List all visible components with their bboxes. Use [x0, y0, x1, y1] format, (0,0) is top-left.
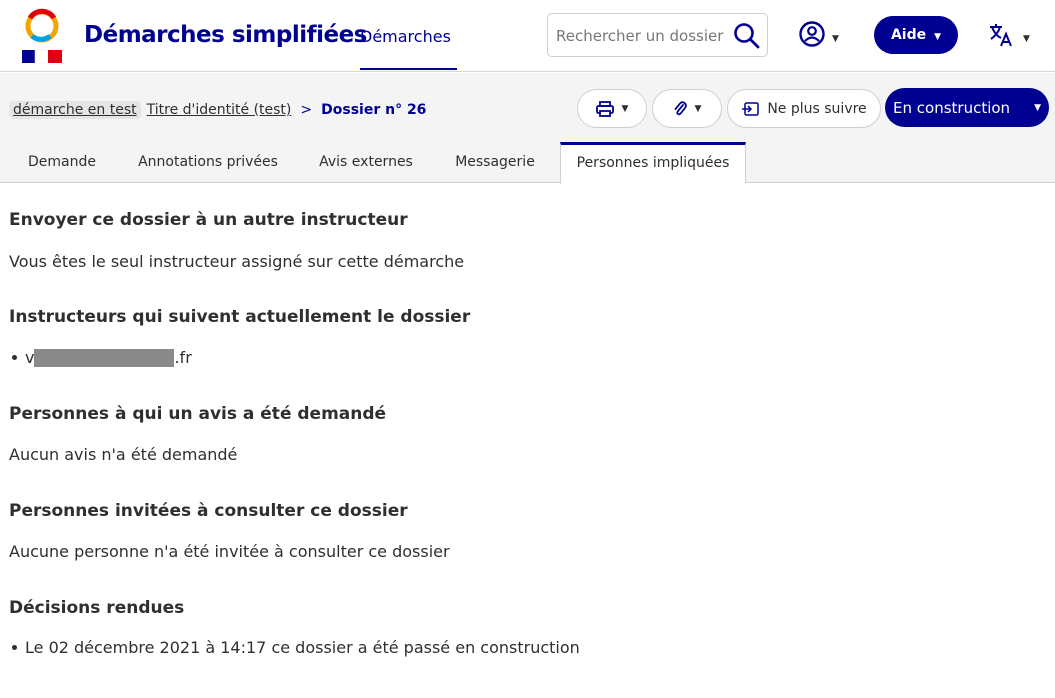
user-menu-button[interactable]: ▼: [798, 20, 842, 50]
unfollow-button-label: Ne plus suivre: [767, 100, 867, 117]
tab-demande[interactable]: Demande: [15, 142, 109, 183]
help-button-label: Aide: [890, 27, 927, 43]
procedure-link[interactable]: Titre d'identité (test): [147, 102, 292, 118]
tab-avis-externes[interactable]: Avis externes: [307, 142, 425, 183]
chevron-down-icon: ▼: [694, 103, 702, 114]
header: Démarches simplifiées Démarches ▼ Aide▼ …: [0, 0, 1055, 72]
section-text-send: Vous êtes le seul instructeur assigné su…: [9, 252, 465, 271]
translate-icon: [990, 24, 1012, 47]
chevron-down-icon: ▼: [1023, 34, 1030, 44]
dossier-tabs: Demande Annotations privées Avis externe…: [0, 142, 1055, 184]
search-box: [547, 13, 768, 57]
language-menu-button[interactable]: ▼: [988, 20, 1034, 50]
section-title-decisions: Décisions rendues: [9, 598, 185, 618]
tab-personnes-impliquees[interactable]: Personnes impliquées: [560, 142, 746, 184]
bullet: [12, 355, 17, 360]
section-title-avis: Personnes à qui un avis a été demandé: [9, 404, 387, 424]
decision-item: Le 02 décembre 2021 à 14:17 ce dossier a…: [9, 638, 580, 657]
nav-active-indicator: [360, 68, 457, 70]
procedure-test-tag[interactable]: démarche en test: [9, 101, 141, 119]
section-text-invites: Aucune personne n'a été invitée à consul…: [9, 542, 450, 561]
chevron-down-icon: ▼: [1034, 102, 1041, 113]
redacted-email: [34, 348, 175, 367]
logo[interactable]: [20, 8, 64, 64]
dossier-state-button[interactable]: En construction ▼: [885, 88, 1049, 127]
print-button[interactable]: ▼: [577, 89, 647, 128]
follower-email-prefix: v: [25, 348, 35, 367]
tab-messagerie[interactable]: Messagerie: [442, 142, 548, 183]
chevron-down-icon: ▼: [934, 32, 942, 42]
attachments-button[interactable]: ▼: [652, 89, 722, 128]
bullet: [12, 645, 17, 650]
dossier-state-label: En construction: [893, 98, 1011, 117]
site-title[interactable]: Démarches simplifiées: [84, 22, 367, 48]
dossier-subheader: démarche en test Titre d'identité (test)…: [0, 73, 1055, 184]
search-input[interactable]: [556, 24, 728, 48]
section-title-followers: Instructeurs qui suivent actuellement le…: [9, 307, 471, 327]
logo-icon: [22, 8, 62, 64]
paperclip-icon: [674, 100, 687, 115]
breadcrumb-current: Dossier n° 26: [321, 102, 427, 118]
printer-icon: [595, 100, 614, 117]
nav-demarches-link[interactable]: Démarches: [360, 27, 451, 46]
unfollow-button[interactable]: Ne plus suivre: [727, 89, 881, 128]
chevron-down-icon: ▼: [832, 34, 839, 44]
chevron-down-icon: ▼: [621, 103, 629, 114]
help-button[interactable]: Aide ▼: [874, 16, 958, 54]
tab-annotations-privees[interactable]: Annotations privées: [127, 142, 289, 183]
follower-email-suffix: .fr: [174, 348, 192, 367]
follower-item: v .fr: [9, 348, 192, 367]
user-icon: [799, 21, 825, 47]
search-icon[interactable]: [733, 22, 760, 49]
unfollow-icon: [742, 101, 760, 116]
breadcrumb-separator: >: [300, 102, 313, 118]
breadcrumb: démarche en test Titre d'identité (test)…: [9, 101, 426, 119]
section-title-send: Envoyer ce dossier à un autre instructeu…: [9, 210, 408, 230]
section-text-avis: Aucun avis n'a été demandé: [9, 445, 238, 464]
section-title-invites: Personnes invitées à consulter ce dossie…: [9, 501, 408, 521]
decision-text: Le 02 décembre 2021 à 14:17 ce dossier a…: [25, 638, 580, 657]
